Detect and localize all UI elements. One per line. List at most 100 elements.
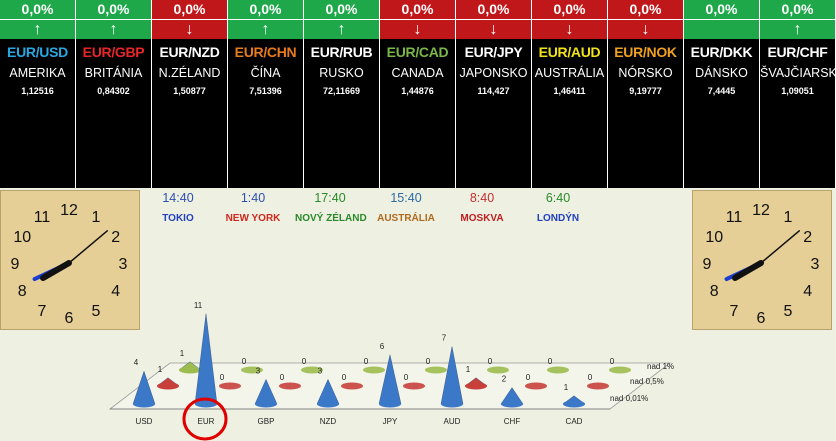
second-hand-icon (68, 230, 109, 264)
clock-number: 2 (111, 229, 120, 246)
data-label: 0 (526, 373, 531, 382)
category-label-eur: EUR (198, 417, 215, 426)
pair-column-eur-aud: 0,0% ↓ EUR/AUD AUSTRÁLIA 1,46411 (532, 0, 608, 188)
pair-rate: 1,09051 (781, 86, 814, 96)
clock-number: 12 (60, 202, 78, 219)
pair-country: N.ZÉLAND (158, 66, 221, 80)
arrow-down-icon: ↓ (152, 19, 227, 39)
change-percent: 0,0% (152, 0, 227, 19)
clock-number: 8 (710, 283, 719, 300)
data-label: 0 (426, 357, 431, 366)
clock-number: 7 (38, 303, 47, 320)
pair-rate: 1,46411 (553, 86, 586, 96)
pair-code: EUR/GBP (82, 44, 145, 60)
pair-rate: 1,50877 (173, 86, 206, 96)
currency-cone-chart: 1 0 0 0 0 0 0 0 1 0 0 0 0 1 0 0 4 11 3 3 6 7 2 1 USD EUR GBP NZD JPY… (108, 301, 674, 441)
pair-column-eur-rub: 0,0% ↑ EUR/RUB RUSKO 72,11669 (304, 0, 380, 188)
change-percent: 0,0% (684, 0, 759, 19)
clock-number: 2 (803, 229, 812, 246)
flat-marker-chf-s2 (547, 366, 569, 374)
timezone-time: 14:40 (162, 191, 194, 205)
data-label: 6 (380, 342, 385, 351)
currency-board: 0,0% ↑ EUR/USD AMERIKA 1,12516 0,0% ↑ EUR/GBP BR… (0, 0, 836, 188)
timezone-4: 8:40 MOSKVA (447, 191, 517, 224)
cone-eur-s0 (194, 313, 218, 405)
pair-country: CANADA (391, 66, 444, 80)
pair-country: AUSTRÁLIA (534, 66, 605, 80)
flat-marker-jpy-s2 (425, 366, 447, 374)
pair-column-eur-jpy: 0,0% ↓ EUR/JPY JAPONSKO 114,427 (456, 0, 532, 188)
change-percent: 0,0% (0, 0, 75, 19)
clock-number: 9 (11, 256, 20, 273)
data-label: 0 (364, 357, 369, 366)
pair-code: EUR/JPY (464, 44, 523, 60)
category-label-chf: CHF (504, 417, 521, 426)
clock-number: 3 (811, 256, 820, 273)
arrow-up-icon: ↑ (0, 19, 75, 39)
data-label: 0 (342, 373, 347, 382)
change-percent: 0,0% (608, 0, 683, 19)
category-label-nzd: NZD (320, 417, 337, 426)
pair-code: EUR/RUB (310, 44, 373, 60)
clock-number: 10 (705, 229, 723, 246)
pair-rate: 7,51396 (249, 86, 282, 96)
cone-base (379, 400, 401, 408)
data-label: 0 (280, 373, 285, 382)
clock-number: 10 (13, 229, 31, 246)
arrow-up-icon: ↑ (760, 19, 835, 39)
clock-number: 9 (703, 256, 712, 273)
data-label: 4 (134, 358, 139, 367)
pair-column-eur-cad: 0,0% ↓ EUR/CAD CANADA 1,44876 (380, 0, 456, 188)
change-percent: 0,0% (456, 0, 531, 19)
data-label: 0 (588, 373, 593, 382)
pair-column-eur-dkk: 0,0% EUR/DKK DÁNSKO 7,4445 (684, 0, 760, 188)
pair-country: AMERIKA (9, 66, 66, 80)
pair-rate: 1,44876 (401, 86, 434, 96)
minute-hand-icon (40, 260, 72, 281)
timezone-3: 15:40 AUSTRÁLIA (371, 191, 441, 224)
data-label: 1 (564, 383, 569, 392)
pair-code: EUR/AUD (538, 44, 601, 60)
clock-number: 1 (784, 209, 793, 226)
timezone-city: MOSKVA (460, 213, 504, 224)
row-label: nad 0,01% (610, 394, 648, 403)
arrow-up-icon: ↑ (304, 19, 379, 39)
data-label: 0 (548, 357, 553, 366)
timezone-city: NEW YORK (225, 213, 281, 224)
clock-number: 5 (784, 303, 793, 320)
pair-country: DÁNSKO (695, 66, 748, 80)
data-label: 3 (256, 366, 261, 375)
pair-country: BRITÁNIA (84, 66, 143, 80)
flat-marker-nzd-s1 (341, 382, 363, 390)
pair-column-eur-usd: 0,0% ↑ EUR/USD AMERIKA 1,12516 (0, 0, 76, 188)
arrow-up-icon (684, 19, 759, 39)
clock-number: 4 (803, 283, 812, 300)
cone-base (441, 400, 463, 408)
clock-number: 6 (65, 310, 74, 327)
arrow-up-icon: ↑ (76, 19, 151, 39)
pair-rate: 7,4445 (707, 86, 736, 96)
change-percent: 0,0% (228, 0, 303, 19)
pair-code: EUR/NZD (159, 44, 220, 60)
minute-hand-icon (732, 260, 764, 281)
timezone-city: AUSTRÁLIA (377, 213, 435, 224)
pair-column-eur-nok: 0,0% ↓ EUR/NOK NÓRSKO 9,19777 (608, 0, 684, 188)
pair-column-eur-chn: 0,0% ↑ EUR/CHN ČÍNA 7,51396 (228, 0, 304, 188)
pair-country: JAPONSKO (459, 66, 528, 80)
timezone-time: 15:40 (390, 191, 422, 205)
pair-country: NÓRSKO (618, 66, 673, 80)
data-label: 0 (220, 373, 225, 382)
timezone-2: 17:40 NOVÝ ZÉLAND (295, 191, 367, 224)
row-label: nad 0,5% (630, 377, 664, 386)
timezone-time: 8:40 (469, 191, 495, 205)
clock-right: 12 1 2 3 4 5 6 7 8 9 10 11 (692, 190, 832, 330)
change-percent: 0,0% (304, 0, 379, 19)
clock-number: 8 (18, 283, 27, 300)
timezone-city: TOKIO (162, 213, 194, 224)
data-label: 0 (242, 357, 247, 366)
data-label: 1 (180, 349, 185, 358)
flat-marker-gbp-s1 (279, 382, 301, 390)
cone-base (179, 366, 201, 374)
clock-number: 12 (752, 202, 770, 219)
data-label: 2 (502, 375, 507, 384)
